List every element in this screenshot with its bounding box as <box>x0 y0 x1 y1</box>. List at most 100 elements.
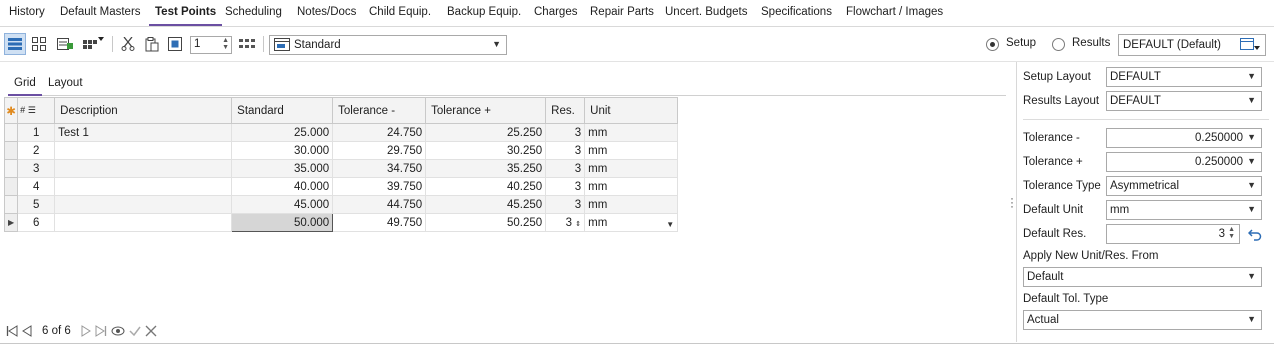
cut-button[interactable] <box>117 33 139 55</box>
cell-description[interactable] <box>54 159 233 178</box>
current-row-indicator[interactable]: ▶ <box>3 213 19 232</box>
table-row[interactable]: 4 40.000 39.750 40.250 3 mm <box>3 177 679 196</box>
cell-tolerance-minus[interactable]: 39.750 <box>332 177 427 196</box>
cell-res-editor[interactable]: 3 ⇕ <box>545 213 586 232</box>
prev-icon[interactable] <box>22 325 32 337</box>
cell-unit[interactable]: mm <box>584 141 679 160</box>
table-row[interactable]: 2 30.000 29.750 30.250 3 mm <box>3 141 679 160</box>
cell-description[interactable] <box>54 141 233 160</box>
header-description[interactable]: Description <box>54 97 233 124</box>
subtab-grid[interactable]: Grid <box>8 74 42 96</box>
record-spinner[interactable]: 1 ▲ ▼ <box>190 36 232 54</box>
tab-history[interactable]: History <box>9 0 45 26</box>
header-standard[interactable]: Standard <box>231 97 334 124</box>
table-row[interactable]: ▶ 6 50.000 49.750 50.250 3 ⇕ mm ▼ <box>3 213 679 232</box>
spinner-arrows-icon[interactable]: ⇕ <box>575 221 581 228</box>
last-icon[interactable] <box>95 325 107 337</box>
setup-radio-label[interactable]: Setup <box>1006 37 1036 49</box>
cell-tolerance-plus[interactable]: 30.250 <box>425 141 547 160</box>
cell-tolerance-plus[interactable]: 25.250 <box>425 123 547 142</box>
cell-standard[interactable]: 40.000 <box>231 177 334 196</box>
cell-tolerance-minus[interactable]: 44.750 <box>332 195 427 214</box>
apply-from-select[interactable]: Default ▼ <box>1023 267 1262 287</box>
cell-tolerance-plus[interactable]: 35.250 <box>425 159 547 178</box>
cell-res[interactable]: 3 <box>545 141 586 160</box>
cell-description[interactable] <box>54 213 233 232</box>
card-view-button[interactable] <box>28 33 50 55</box>
table-row[interactable]: 5 45.000 44.750 45.250 3 mm <box>3 195 679 214</box>
row-indicator[interactable] <box>3 123 19 142</box>
view-eye-icon[interactable] <box>111 325 125 337</box>
cell-res[interactable]: 3 <box>545 177 586 196</box>
default-unit-select[interactable]: mm ▼ <box>1106 200 1262 220</box>
tab-child-equip[interactable]: Child Equip. <box>369 0 431 26</box>
results-layout-select[interactable]: DEFAULT ▼ <box>1106 91 1262 111</box>
header-unit[interactable]: Unit <box>584 97 679 124</box>
tab-uncert-budgets[interactable]: Uncert. Budgets <box>665 0 747 26</box>
tab-test-points[interactable]: Test Points <box>149 0 223 26</box>
tolerance-plus-field[interactable]: 0.250000 ▼ <box>1106 152 1262 172</box>
cell-description[interactable] <box>54 177 233 196</box>
tab-specifications[interactable]: Specifications <box>761 0 832 26</box>
cell-num[interactable]: 5 <box>17 195 56 214</box>
row-indicator[interactable] <box>3 159 19 178</box>
header-num[interactable]: # ☰ <box>17 97 56 124</box>
row-indicator[interactable] <box>3 141 19 160</box>
close-icon[interactable] <box>145 325 157 337</box>
cell-res[interactable]: 3 <box>545 123 586 142</box>
tab-backup-equip[interactable]: Backup Equip. <box>447 0 521 26</box>
tab-repair-parts[interactable]: Repair Parts <box>590 0 654 26</box>
panel-splitter-icon[interactable]: · · · <box>1010 192 1014 212</box>
first-icon[interactable] <box>6 325 18 337</box>
cell-standard[interactable]: 25.000 <box>231 123 334 142</box>
spinner-arrows-icon[interactable]: ▲ ▼ <box>222 37 229 51</box>
cell-standard[interactable]: 35.000 <box>231 159 334 178</box>
cell-unit[interactable]: mm <box>584 159 679 178</box>
subtab-layout[interactable]: Layout <box>42 74 89 96</box>
row-indicator[interactable] <box>3 195 19 214</box>
table-row[interactable]: 1 Test 1 25.000 24.750 25.250 3 mm <box>3 123 679 142</box>
cell-tolerance-minus[interactable]: 34.750 <box>332 159 427 178</box>
tab-charges[interactable]: Charges <box>534 0 577 26</box>
cell-unit[interactable]: mm <box>584 123 679 142</box>
chevron-down-icon[interactable]: ▼ <box>666 220 674 229</box>
table-row[interactable]: 3 35.000 34.750 35.250 3 mm <box>3 159 679 178</box>
add-record-button[interactable] <box>54 33 76 55</box>
cell-tolerance-minus[interactable]: 29.750 <box>332 141 427 160</box>
cell-description[interactable] <box>54 195 233 214</box>
cell-num[interactable]: 2 <box>17 141 56 160</box>
check-icon[interactable] <box>129 325 141 337</box>
header-res[interactable]: Res. <box>545 97 586 124</box>
select-button[interactable] <box>164 33 186 55</box>
tab-notes-docs[interactable]: Notes/Docs <box>297 0 356 26</box>
header-tolerance-minus[interactable]: Tolerance - <box>332 97 427 124</box>
results-radio[interactable] <box>1052 38 1065 51</box>
cell-tolerance-plus[interactable]: 45.250 <box>425 195 547 214</box>
cell-standard-selected[interactable]: 50.000 <box>231 213 334 232</box>
density-button[interactable] <box>236 33 258 55</box>
cell-num[interactable]: 4 <box>17 177 56 196</box>
row-indicator[interactable] <box>3 177 19 196</box>
setup-radio[interactable] <box>986 38 999 51</box>
view-combo[interactable]: Standard ▼ <box>269 35 507 55</box>
cell-num[interactable]: 6 <box>17 213 56 232</box>
tab-scheduling[interactable]: Scheduling <box>225 0 282 26</box>
paste-button[interactable] <box>141 33 163 55</box>
spinner-arrows-icon[interactable]: ▲ ▼ <box>1228 226 1235 240</box>
cell-res[interactable]: 3 <box>545 195 586 214</box>
cell-tolerance-minus[interactable]: 49.750 <box>332 213 427 232</box>
columns-button[interactable] <box>83 33 105 55</box>
cell-tolerance-plus[interactable]: 50.250 <box>425 213 547 232</box>
undo-icon[interactable] <box>1248 227 1262 241</box>
next-icon[interactable] <box>81 325 91 337</box>
tolerance-minus-field[interactable]: 0.250000 ▼ <box>1106 128 1262 148</box>
cell-num[interactable]: 1 <box>17 123 56 142</box>
tolerance-type-select[interactable]: Asymmetrical ▼ <box>1106 176 1262 196</box>
cell-tolerance-plus[interactable]: 40.250 <box>425 177 547 196</box>
results-radio-label[interactable]: Results <box>1072 37 1110 49</box>
tab-default-masters[interactable]: Default Masters <box>60 0 141 26</box>
cell-standard[interactable]: 30.000 <box>231 141 334 160</box>
cell-unit[interactable]: mm <box>584 177 679 196</box>
cell-description[interactable]: Test 1 <box>54 123 233 142</box>
header-tolerance-plus[interactable]: Tolerance + <box>425 97 547 124</box>
